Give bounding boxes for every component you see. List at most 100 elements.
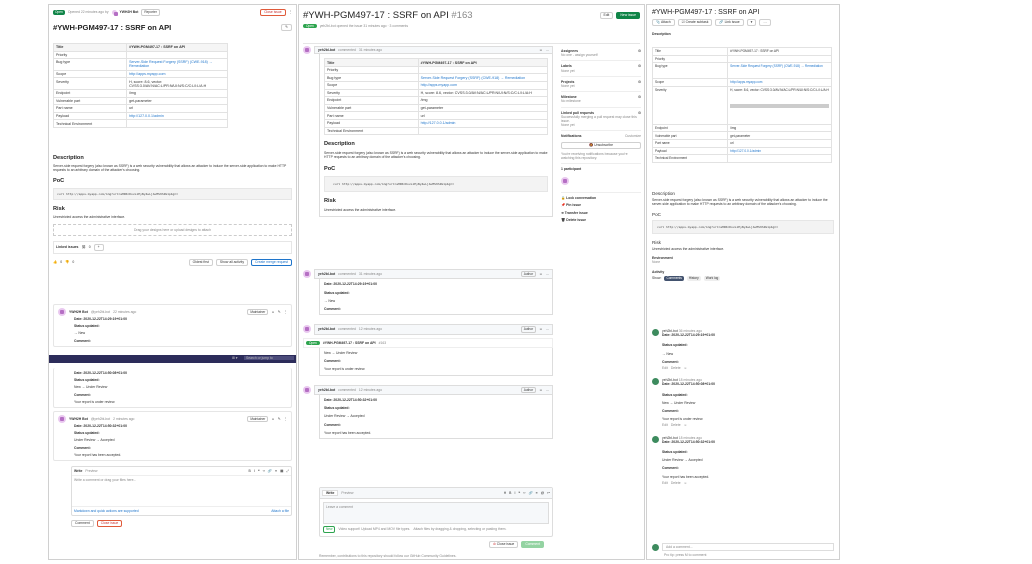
attach-file-link[interactable]: Attach a file bbox=[271, 509, 289, 513]
italic-icon[interactable]: I bbox=[254, 469, 255, 473]
table-link[interactable]: http://apps.myapp.com bbox=[417, 81, 549, 90]
table-link[interactable]: http://127.0.0.1/admin bbox=[126, 111, 228, 121]
pin-issue-link[interactable]: 📌 Pin issue bbox=[561, 203, 641, 207]
edit-link[interactable]: Edit bbox=[662, 366, 668, 370]
table-link[interactable]: Server-Side Request Forgery (SSRF) (CWE-… bbox=[727, 62, 832, 80]
create-subtask-button[interactable]: ☑ Create subtask bbox=[677, 19, 713, 26]
quote-icon[interactable]: ❝ bbox=[518, 491, 520, 495]
sidebar-labels[interactable]: Labels bbox=[561, 64, 572, 68]
delete-link[interactable]: Delete bbox=[671, 366, 681, 370]
close-issue-button[interactable]: Close issue bbox=[96, 520, 123, 528]
thumbs-down-icon[interactable]: 👎 bbox=[65, 260, 69, 264]
reply-icon[interactable]: ↩ bbox=[547, 491, 550, 495]
comment-author[interactable]: yeh2bl-bot bbox=[318, 48, 335, 52]
table-link[interactable]: http://127.0.0.1/admin bbox=[417, 118, 549, 128]
attach-button[interactable]: 📎 Attach bbox=[652, 19, 675, 26]
emoji-icon[interactable]: ☺ bbox=[539, 388, 542, 392]
quote-icon[interactable]: ❝ bbox=[258, 469, 260, 473]
comment-author[interactable]: yeh2bl-bot bbox=[318, 388, 335, 392]
author-name[interactable]: YWH2H Bot bbox=[120, 10, 139, 14]
italic-icon[interactable]: I bbox=[514, 491, 515, 495]
emoji-icon[interactable]: ☺ bbox=[271, 417, 274, 421]
edit-icon[interactable]: ✎ bbox=[281, 24, 292, 31]
close-issue-button[interactable]: ⊘ Close issue bbox=[489, 541, 519, 548]
design-drop-zone[interactable]: Drag your designs here or upload designs… bbox=[53, 223, 292, 236]
emoji-icon[interactable]: ☺ bbox=[539, 327, 542, 331]
more-options-icon[interactable]: … bbox=[546, 48, 549, 52]
tab-write[interactable]: Write bbox=[74, 469, 82, 473]
emoji-icon[interactable]: ☺ bbox=[539, 272, 542, 276]
delete-link[interactable]: Delete bbox=[671, 423, 681, 427]
table-icon[interactable]: ▦ bbox=[280, 469, 283, 473]
gear-icon[interactable]: ⚙ bbox=[638, 49, 641, 53]
tab-preview[interactable]: Preview bbox=[85, 469, 97, 473]
markdown-hint[interactable]: Markdown and quick actions are supported bbox=[74, 509, 139, 513]
more-options-icon[interactable]: … bbox=[546, 388, 549, 392]
gear-icon[interactable]: ⚙ bbox=[638, 80, 641, 84]
heading-icon[interactable]: H bbox=[504, 491, 506, 495]
plus-icon[interactable]: ⊞ ▾ bbox=[232, 356, 238, 360]
tab-history[interactable]: History bbox=[686, 276, 701, 281]
emoji-icon[interactable]: ☺ bbox=[684, 481, 687, 485]
lock-conversation-link[interactable]: 🔒 Lock conversation bbox=[561, 196, 641, 200]
comment-author[interactable]: yeh2bl-bot bbox=[318, 327, 335, 331]
table-link[interactable]: Server-Side Request Forgery (SSRF) (CWE-… bbox=[417, 73, 549, 82]
link-icon[interactable]: 🔗 bbox=[528, 491, 532, 495]
dropdown-button[interactable]: ▾ bbox=[746, 19, 757, 26]
comment-button[interactable]: Comment bbox=[71, 520, 94, 528]
horizontal-scrollbar[interactable] bbox=[730, 104, 829, 109]
list-icon[interactable]: ≡ bbox=[536, 491, 538, 495]
edit-icon[interactable]: ✎ bbox=[278, 310, 281, 314]
edit-link[interactable]: Edit bbox=[662, 423, 668, 427]
add-linked-issue-button[interactable]: + bbox=[93, 243, 104, 251]
comment-author[interactable]: yeh2bl-bot bbox=[318, 272, 335, 276]
sort-dropdown[interactable]: Oldest first bbox=[188, 258, 213, 266]
new-issue-button[interactable]: New issue bbox=[616, 12, 640, 19]
tab-comments[interactable]: Comments bbox=[664, 276, 684, 281]
table-link[interactable]: http://apps.myapp.com bbox=[126, 69, 228, 79]
thumbs-up-icon[interactable]: 👍 bbox=[53, 260, 57, 264]
edit-icon[interactable]: ✎ bbox=[278, 417, 281, 421]
customize-link[interactable]: Customize bbox=[625, 134, 641, 138]
tab-preview[interactable]: Preview bbox=[341, 491, 353, 495]
delete-link[interactable]: Delete bbox=[671, 481, 681, 485]
code-icon[interactable]: ‹› bbox=[263, 469, 265, 473]
filter-dropdown[interactable]: Show all activity bbox=[215, 258, 249, 266]
search-input[interactable]: Search or jump to bbox=[244, 356, 294, 361]
comment-textarea[interactable]: Write a comment or drag your files here.… bbox=[72, 476, 291, 506]
table-link[interactable]: Server-Side Request Forgery (SSRF) (CWE-… bbox=[126, 58, 228, 71]
tab-write[interactable]: Write bbox=[322, 490, 339, 497]
more-options-icon[interactable]: … bbox=[546, 327, 549, 331]
tab-work-log[interactable]: Work log bbox=[703, 276, 721, 281]
emoji-icon[interactable]: ☺ bbox=[684, 366, 687, 370]
gear-icon[interactable]: ⚙ bbox=[638, 111, 641, 115]
comment-button[interactable]: Comment bbox=[521, 541, 545, 548]
gear-icon[interactable]: ⚙ bbox=[638, 64, 641, 68]
emoji-icon[interactable]: ☺ bbox=[684, 423, 687, 427]
create-merge-request-button[interactable]: Create merge request bbox=[251, 258, 292, 266]
transfer-issue-link[interactable]: ➜ Transfer issue bbox=[561, 211, 641, 215]
more-options-icon[interactable]: ⋮ bbox=[284, 417, 287, 421]
edit-button[interactable]: Edit bbox=[599, 12, 614, 19]
table-link[interactable]: http://apps.myapp.com bbox=[727, 78, 832, 87]
link-issue-button[interactable]: 🔗 Link issue bbox=[715, 19, 744, 26]
edit-link[interactable]: Edit bbox=[662, 481, 668, 485]
add-comment-input[interactable]: Add a comment... bbox=[662, 543, 834, 552]
comment-textarea[interactable]: Leave a comment bbox=[323, 502, 549, 525]
more-options-icon[interactable]: ⋮ bbox=[289, 10, 292, 14]
link-icon[interactable]: 🔗 bbox=[268, 469, 272, 473]
avatar[interactable] bbox=[561, 177, 569, 186]
emoji-icon[interactable]: ☺ bbox=[271, 310, 274, 314]
list-icon[interactable]: ≡ bbox=[275, 469, 277, 473]
gear-icon[interactable]: ⚙ bbox=[638, 95, 641, 99]
close-issue-button[interactable]: Close issue bbox=[260, 9, 286, 16]
bold-icon[interactable]: B bbox=[249, 469, 251, 473]
expand-icon[interactable]: ⤢ bbox=[286, 469, 289, 473]
emoji-icon[interactable]: ☺ bbox=[539, 48, 542, 52]
code-icon[interactable]: ‹› bbox=[523, 491, 525, 495]
more-options-icon[interactable]: … bbox=[759, 19, 771, 26]
bold-icon[interactable]: B bbox=[509, 491, 511, 495]
more-options-icon[interactable]: ⋮ bbox=[284, 310, 287, 314]
more-options-icon[interactable]: … bbox=[546, 272, 549, 276]
delete-issue-link[interactable]: 🗑 Delete issue bbox=[561, 218, 641, 222]
